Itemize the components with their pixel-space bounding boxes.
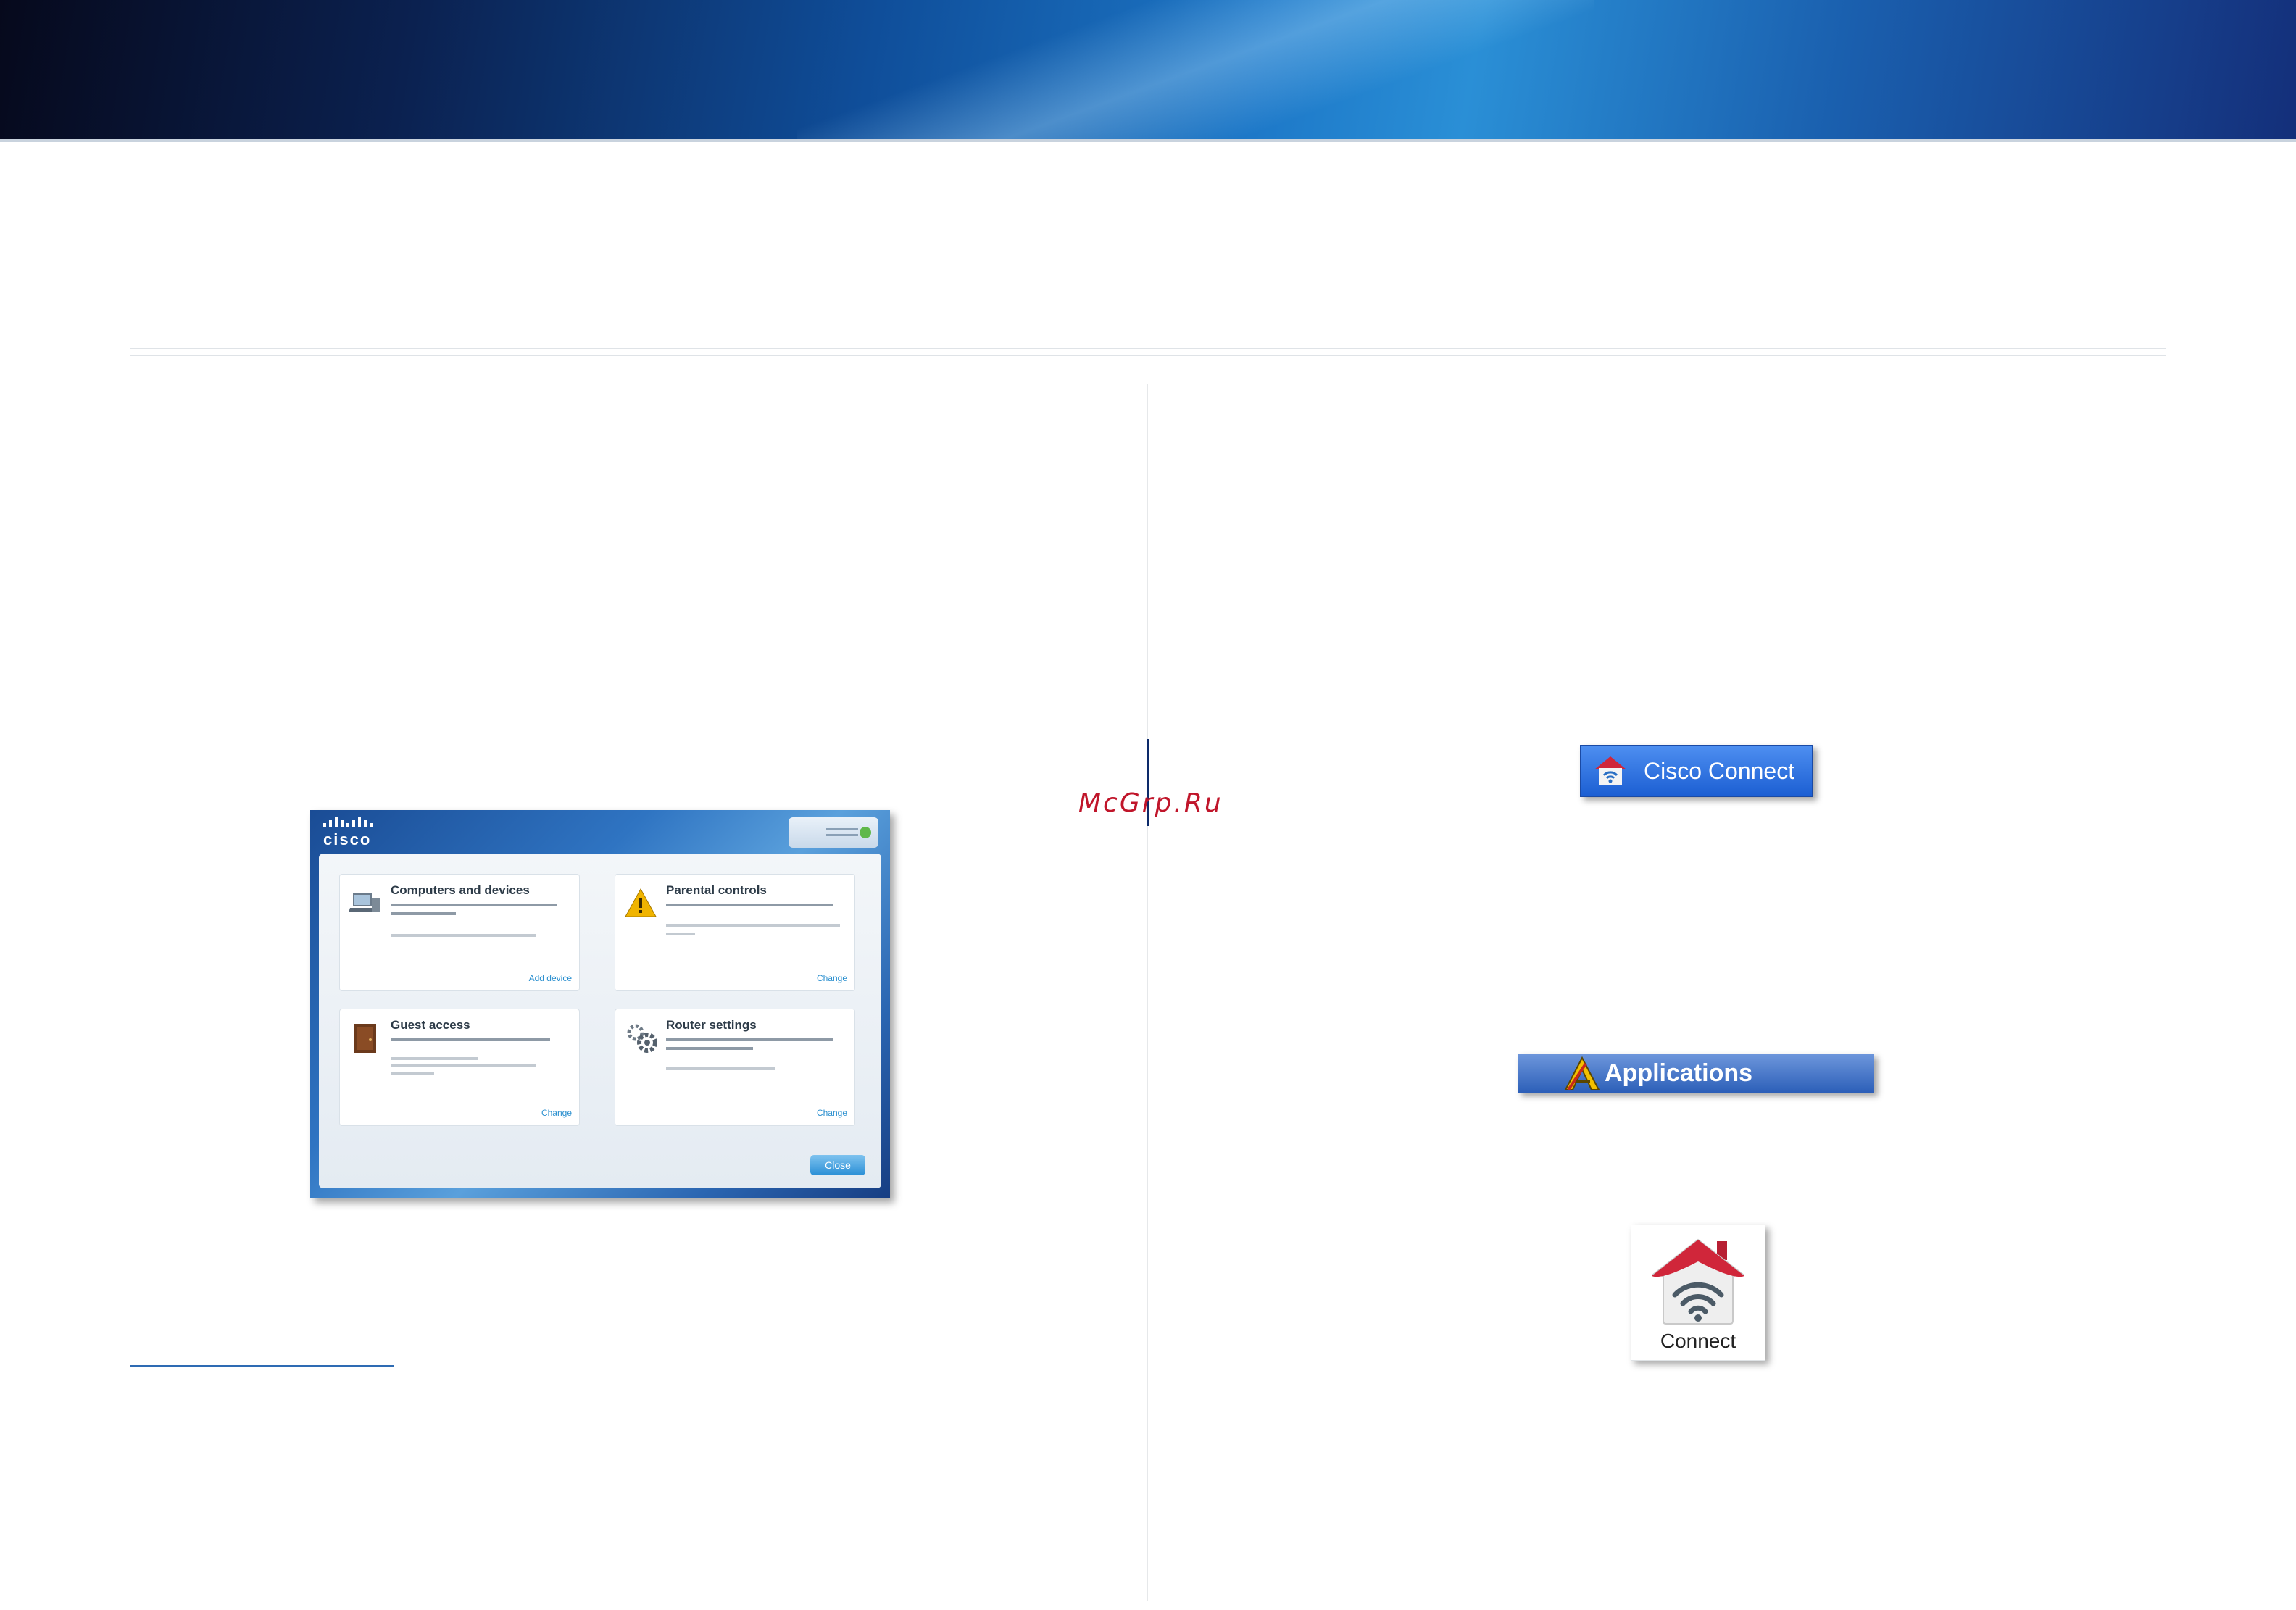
section-rule-thin bbox=[130, 355, 2166, 356]
taskbar-button-label: Cisco Connect bbox=[1644, 758, 1795, 784]
router-status-badge bbox=[789, 817, 878, 848]
card-router-settings[interactable]: Router settings Change bbox=[615, 1009, 855, 1126]
add-device-link[interactable]: Add device bbox=[529, 973, 572, 983]
column-divider bbox=[1147, 384, 1148, 1601]
change-link[interactable]: Change bbox=[817, 973, 847, 983]
cisco-connect-dashboard-screenshot: cisco Computers and devices Add device P… bbox=[310, 810, 890, 1198]
connect-house-wifi-icon bbox=[1651, 1238, 1745, 1325]
cisco-logo-bars bbox=[323, 817, 374, 827]
change-link[interactable]: Change bbox=[541, 1108, 572, 1118]
cisco-connect-house-icon bbox=[1594, 756, 1626, 785]
banner-edge bbox=[0, 139, 2296, 142]
cisco-connect-taskbar-button[interactable]: Cisco Connect bbox=[1580, 745, 1813, 797]
watermark: McGrp.Ru bbox=[1078, 788, 1223, 818]
gears-icon bbox=[627, 1024, 657, 1053]
card-computers-and-devices[interactable]: Computers and devices Add device bbox=[339, 874, 580, 991]
card-title: Router settings bbox=[666, 1018, 757, 1032]
card-parental-controls[interactable]: Parental controls Change bbox=[615, 874, 855, 991]
dashboard-panel: Computers and devices Add device Parenta… bbox=[319, 854, 881, 1188]
door-icon bbox=[354, 1024, 376, 1053]
card-title: Guest access bbox=[391, 1018, 470, 1032]
cisco-logo: cisco bbox=[323, 830, 372, 848]
section-rule bbox=[130, 348, 2166, 349]
card-title: Parental controls bbox=[666, 883, 767, 897]
applications-icon bbox=[1564, 1056, 1600, 1091]
banner-light-streak bbox=[797, 0, 1594, 139]
card-guest-access[interactable]: Guest access Change bbox=[339, 1009, 580, 1126]
applications-bar[interactable]: Applications bbox=[1518, 1054, 1874, 1093]
change-link[interactable]: Change bbox=[817, 1108, 847, 1118]
connect-app-label: Connect bbox=[1660, 1330, 1736, 1352]
laptop-icon bbox=[349, 893, 380, 912]
status-ok-icon bbox=[860, 827, 871, 838]
card-title: Computers and devices bbox=[391, 883, 530, 897]
applications-label: Applications bbox=[1605, 1059, 1753, 1087]
connect-app-icon-tile[interactable]: Connect bbox=[1631, 1225, 1765, 1361]
warning-icon bbox=[625, 888, 657, 917]
close-button[interactable]: Close bbox=[810, 1155, 865, 1175]
footnote-rule bbox=[130, 1365, 394, 1367]
header-banner bbox=[0, 0, 2296, 139]
